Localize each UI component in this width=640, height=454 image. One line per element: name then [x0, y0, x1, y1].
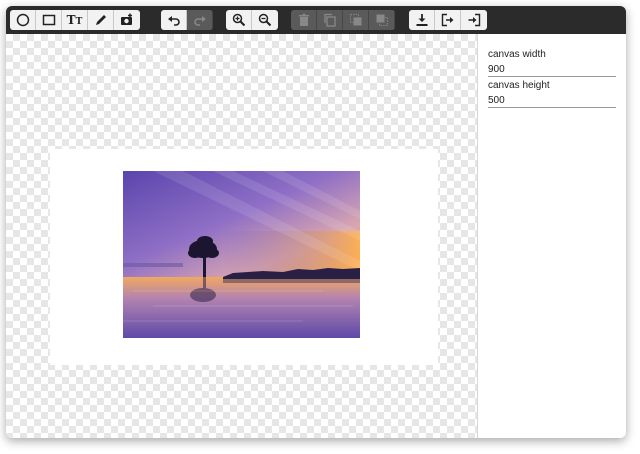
sign-in-icon — [468, 13, 481, 27]
file-group — [409, 10, 487, 30]
undo-button[interactable] — [161, 10, 187, 30]
rectangle-tool-button[interactable] — [36, 10, 62, 30]
object-actions-group — [291, 10, 395, 30]
camera-plus-icon — [121, 13, 132, 25]
pencil-tool-button[interactable] — [88, 10, 114, 30]
circle-tool-button[interactable] — [10, 10, 36, 30]
history-group — [161, 10, 213, 30]
bring-forward-button[interactable] — [343, 10, 369, 30]
image-tool-button[interactable] — [114, 10, 140, 30]
zoom-out-icon — [258, 13, 272, 27]
canvas-page[interactable] — [50, 149, 438, 365]
trash-icon — [298, 13, 309, 26]
undo-icon — [167, 16, 180, 26]
zoom-in-button[interactable] — [226, 10, 252, 30]
text-icon: TT — [66, 12, 83, 27]
canvas-width-label: canvas width — [488, 49, 546, 60]
copy-icon — [323, 13, 336, 27]
canvas-width-input[interactable]: 900 — [488, 64, 616, 77]
circle-icon — [16, 13, 29, 27]
canvas-height-input[interactable]: 500 — [488, 95, 616, 108]
sign-out-icon — [441, 13, 453, 27]
canvas-height-label: canvas height — [488, 80, 550, 91]
delete-button[interactable] — [291, 10, 317, 30]
zoom-in-icon — [232, 13, 245, 27]
zoom-group — [226, 10, 278, 30]
redo-button[interactable] — [187, 10, 213, 30]
export-button[interactable] — [435, 10, 461, 30]
square-icon — [42, 14, 55, 26]
redo-icon — [193, 16, 206, 26]
download-button[interactable] — [409, 10, 435, 30]
canvas-workspace[interactable] — [6, 34, 477, 438]
duplicate-button[interactable] — [317, 10, 343, 30]
import-button[interactable] — [461, 10, 487, 30]
text-tool-button[interactable]: TT — [62, 10, 88, 30]
pencil-icon — [95, 15, 106, 25]
download-icon — [416, 14, 427, 26]
toolbar: TT — [6, 6, 626, 34]
bring-forward-icon — [349, 14, 361, 26]
sunset-tree-image[interactable] — [123, 171, 360, 338]
zoom-out-button[interactable] — [252, 10, 278, 30]
draw-tools-group: TT — [10, 10, 140, 30]
canvas-width-field: canvas width 900 — [488, 49, 616, 77]
send-backward-button[interactable] — [369, 10, 395, 30]
editor-window: TT canvas width 900 canvas height 500 — [6, 6, 626, 438]
properties-panel: canvas width 900 canvas height 500 — [477, 34, 626, 438]
send-backward-icon — [376, 14, 388, 26]
canvas-height-field: canvas height 500 — [488, 80, 616, 108]
